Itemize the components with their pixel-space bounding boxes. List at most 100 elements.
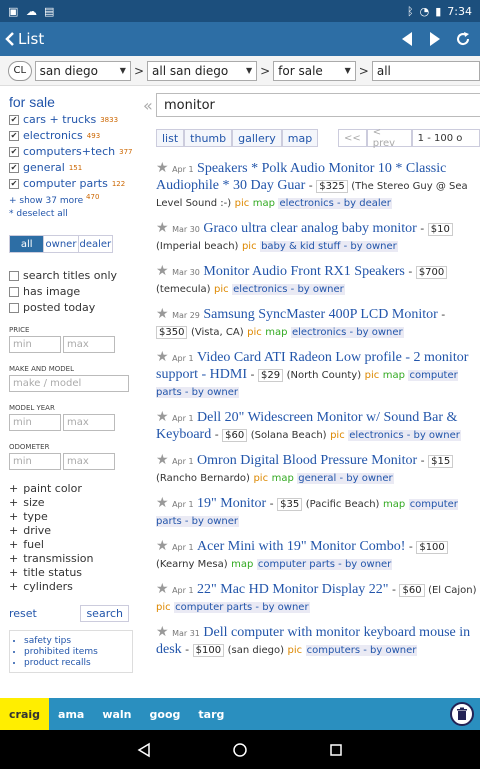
star-icon[interactable]: ★ xyxy=(156,495,169,511)
first-page-button[interactable]: << xyxy=(338,129,367,147)
checkbox[interactable] xyxy=(9,302,19,313)
view-map-tab[interactable]: map xyxy=(281,129,319,147)
year-max-input[interactable]: max xyxy=(63,414,115,431)
category-item[interactable]: ✔ electronics 493 xyxy=(9,129,142,142)
back-button[interactable]: List xyxy=(4,30,44,48)
wifi-icon: ◔ xyxy=(419,4,430,18)
plus-icon: + xyxy=(9,538,19,551)
tab-craig[interactable]: craig xyxy=(0,698,50,730)
star-icon[interactable]: ★ xyxy=(156,349,169,365)
star-icon[interactable]: ★ xyxy=(156,220,169,236)
next-icon[interactable] xyxy=(426,30,444,48)
plus-icon: + xyxy=(9,524,19,537)
listing-title[interactable]: 22" Mac HD Monitor Display 22" xyxy=(197,582,388,597)
listing-title[interactable]: 19" Monitor xyxy=(197,496,266,511)
area-select[interactable]: all san diego ▼ xyxy=(147,60,258,81)
expander-paint-color[interactable]: + paint color xyxy=(9,482,142,495)
prohibited-items-link[interactable]: prohibited items xyxy=(24,647,128,657)
checkbox[interactable]: ✔ xyxy=(9,162,19,173)
category-item[interactable]: ✔ cars + trucks 3833 xyxy=(9,113,142,126)
odometer-max-input[interactable]: max xyxy=(63,453,115,470)
tab-owner[interactable]: owner xyxy=(44,236,79,252)
separator: > xyxy=(260,63,271,78)
plus-icon: + xyxy=(9,496,19,509)
safety-tips-link[interactable]: safety tips xyxy=(24,636,128,646)
category-item[interactable]: ✔ computers+tech 377 xyxy=(9,145,142,158)
pager: << < prev 1 - 100 o xyxy=(338,127,480,149)
price-max-input[interactable]: max xyxy=(63,336,115,353)
price-min-input[interactable]: min xyxy=(9,336,61,353)
listing-title[interactable]: Monitor Audio Front RX1 Speakers xyxy=(203,264,404,279)
star-icon[interactable]: ★ xyxy=(156,538,169,554)
view-list-tab[interactable]: list xyxy=(156,129,185,147)
expander-cylinders[interactable]: + cylinders xyxy=(9,580,142,593)
deselect-all-link[interactable]: * deselect all xyxy=(9,209,142,219)
expander-type[interactable]: + type xyxy=(9,510,142,523)
refresh-icon[interactable] xyxy=(454,30,472,48)
dropdown-caret-icon: ▼ xyxy=(119,66,126,75)
recents-nav-icon[interactable] xyxy=(328,742,344,758)
checkbox[interactable]: ✔ xyxy=(9,114,19,125)
tab-waln[interactable]: waln xyxy=(93,698,140,730)
make-model-input[interactable]: make / model xyxy=(9,375,129,392)
star-icon[interactable]: ★ xyxy=(156,624,169,640)
city-select[interactable]: san diego ▼ xyxy=(34,60,131,81)
odometer-min-input[interactable]: min xyxy=(9,453,61,470)
star-icon[interactable]: ★ xyxy=(156,581,169,597)
listing-row: ★ Apr 1 Speakers * Polk Audio Monitor 10… xyxy=(156,160,468,209)
cl-home-button[interactable]: CL xyxy=(8,60,32,81)
view-gallery-tab[interactable]: gallery xyxy=(232,129,282,147)
previous-icon[interactable] xyxy=(398,30,416,48)
tab-dealer[interactable]: dealer xyxy=(79,236,112,252)
checkbox[interactable]: ✔ xyxy=(9,146,19,157)
tab-targ[interactable]: targ xyxy=(189,698,233,730)
star-icon[interactable]: ★ xyxy=(156,263,169,279)
collapse-sidebar-icon[interactable]: « xyxy=(143,96,153,115)
checkbox[interactable] xyxy=(9,286,19,297)
tab-goog[interactable]: goog xyxy=(141,698,190,730)
view-thumb-tab[interactable]: thumb xyxy=(184,129,233,147)
back-nav-icon[interactable] xyxy=(136,742,152,758)
trash-icon[interactable] xyxy=(450,702,474,726)
expander-fuel[interactable]: + fuel xyxy=(9,538,142,551)
option-has-image[interactable]: has image xyxy=(9,285,142,298)
show-more-link[interactable]: + show 37 more 470 xyxy=(9,193,142,206)
category-select[interactable]: all xyxy=(371,60,480,81)
listing-title[interactable]: Omron Digital Blood Pressure Monitor xyxy=(197,453,417,468)
section-select[interactable]: for sale ▼ xyxy=(273,60,356,81)
prev-page-button[interactable]: < prev xyxy=(366,127,412,149)
star-icon[interactable]: ★ xyxy=(156,409,169,425)
product-recalls-link[interactable]: product recalls xyxy=(24,658,128,668)
checkbox[interactable]: ✔ xyxy=(9,178,19,189)
expander-transmission[interactable]: + transmission xyxy=(9,552,142,565)
bluetooth-icon: ᛒ xyxy=(407,4,414,18)
star-icon[interactable]: ★ xyxy=(156,306,169,322)
listing-row: ★ Apr 1 Dell 20" Widescreen Monitor w/ S… xyxy=(156,409,461,442)
search-input[interactable]: monitor xyxy=(156,93,480,117)
option-posted-today[interactable]: posted today xyxy=(9,301,142,314)
sidebar: for sale ✔ cars + trucks 3833 ✔ electronics… xyxy=(0,86,142,698)
tab-all[interactable]: all xyxy=(10,236,45,252)
category-item[interactable]: ✔ general 151 xyxy=(9,161,142,174)
expander-size[interactable]: + size xyxy=(9,496,142,509)
listing-title[interactable]: Samsung SyncMaster 400P LCD Monitor xyxy=(203,307,437,322)
checkbox[interactable]: ✔ xyxy=(9,130,19,141)
star-icon[interactable]: ★ xyxy=(156,452,169,468)
gallery-icon: ▣ xyxy=(8,5,19,18)
reset-link[interactable]: reset xyxy=(9,607,37,620)
listing-title[interactable]: Graco ultra clear analog baby monitor xyxy=(203,221,416,236)
option-search-titles[interactable]: search titles only xyxy=(9,269,142,282)
listing-row: ★ Mar 30 Graco ultra clear analog baby m… xyxy=(156,220,480,255)
tab-ama[interactable]: ama xyxy=(49,698,93,730)
search-button[interactable]: search xyxy=(80,605,129,622)
listing-title[interactable]: Acer Mini with 19" Monitor Combo! xyxy=(197,539,405,554)
category-item[interactable]: ✔ computer parts 122 xyxy=(9,177,142,190)
dropdown-caret-icon: ▼ xyxy=(245,66,253,75)
checkbox[interactable] xyxy=(9,270,19,281)
plus-icon: + xyxy=(9,510,19,523)
expander-drive[interactable]: + drive xyxy=(9,524,142,537)
year-min-input[interactable]: min xyxy=(9,414,61,431)
home-nav-icon[interactable] xyxy=(232,742,248,758)
expander-title-status[interactable]: + title status xyxy=(9,566,142,579)
star-icon[interactable]: ★ xyxy=(156,160,169,176)
